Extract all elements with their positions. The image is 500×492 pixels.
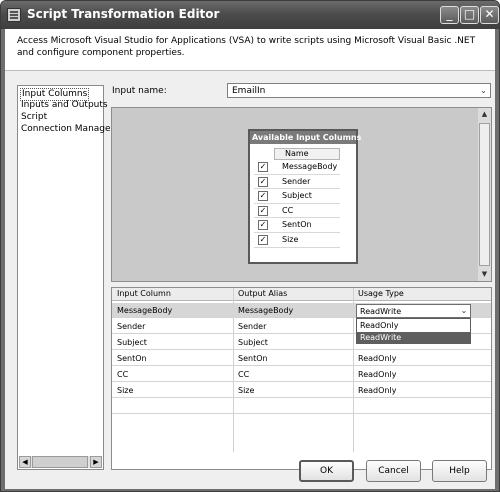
available-column-row[interactable]: ✓ MessageBody — [254, 160, 340, 175]
minimize-button[interactable]: _ — [440, 6, 459, 24]
table-row[interactable]: CC CC ReadOnly — [112, 367, 491, 382]
available-columns-header: Name — [254, 148, 340, 160]
available-column-row[interactable]: ✓ Size — [254, 233, 340, 248]
available-column-row[interactable]: ✓ CC — [254, 204, 340, 219]
dialog-description: Access Microsoft Visual Studio for Appli… — [5, 29, 495, 71]
scroll-left-icon[interactable]: ◀ — [19, 456, 31, 468]
usage-type-header: Usage Type — [358, 289, 404, 298]
input-column-cell: Sender — [117, 322, 146, 331]
column-name: Sender — [282, 176, 311, 186]
column-name: SentOn — [282, 220, 312, 230]
input-column-cell: Subject — [117, 338, 147, 347]
column-name: Subject — [282, 191, 312, 201]
scroll-up-icon[interactable]: ▲ — [478, 108, 491, 121]
page-navigation-list: Input Columns Inputs and Outputs Script … — [17, 85, 119, 470]
chevron-down-icon[interactable]: ⌄ — [477, 84, 490, 97]
dialog-client: Access Microsoft Visual Studio for Appli… — [5, 29, 495, 489]
scrollbar-thumb[interactable] — [32, 456, 88, 468]
output-alias-cell[interactable]: MessageBody — [238, 306, 293, 315]
nav-item-inputs-and-outputs[interactable]: Inputs and Outputs — [21, 100, 108, 111]
input-column-cell: SentOn — [117, 354, 147, 363]
header-corner — [254, 148, 274, 160]
column-name: CC — [282, 205, 294, 215]
output-alias-cell[interactable]: SentOn — [238, 354, 268, 363]
window-title: Script Transformation Editor — [27, 7, 220, 21]
checkbox[interactable]: ✓ — [258, 205, 268, 216]
grid-header: Input Column Output Alias Usage Type — [112, 288, 491, 301]
input-name-label: Input name: — [112, 86, 167, 96]
checkbox[interactable]: ✓ — [258, 191, 268, 202]
app-icon — [7, 8, 21, 22]
checkbox[interactable]: ✓ — [258, 220, 268, 231]
usage-type-value: ReadWrite — [360, 307, 402, 316]
nav-horizontal-scrollbar[interactable]: ◀ ▶ — [19, 456, 102, 468]
output-alias-header: Output Alias — [238, 289, 288, 298]
usage-type-cell[interactable]: ReadOnly — [358, 370, 396, 379]
chevron-down-icon[interactable]: ⌄ — [458, 305, 470, 317]
input-column-header: Input Column — [117, 289, 171, 298]
nav-item-script[interactable]: Script — [21, 112, 47, 123]
input-column-cell: Size — [117, 386, 134, 395]
option-readwrite[interactable]: ReadWrite — [357, 332, 470, 344]
usage-type-cell[interactable]: ReadOnly — [358, 354, 396, 363]
maximize-button[interactable]: □ — [460, 6, 479, 24]
usage-type-options-list: ReadOnly ReadWrite — [356, 318, 471, 344]
title-bar[interactable]: Script Transformation Editor _ □ ✕ — [1, 1, 499, 29]
scroll-right-icon[interactable]: ▶ — [90, 456, 102, 468]
available-column-row[interactable]: ✓ SentOn — [254, 218, 340, 233]
script-transformation-editor-window: Script Transformation Editor _ □ ✕ Acces… — [0, 0, 500, 492]
pane-vertical-scrollbar[interactable]: ▲ ▼ — [478, 108, 491, 281]
available-input-columns-title: Available Input Columns — [250, 131, 362, 144]
table-row[interactable]: SentOn SentOn ReadOnly — [112, 351, 491, 366]
column-name: Size — [282, 234, 299, 244]
usage-type-dropdown[interactable]: ReadWrite ⌄ — [356, 304, 471, 318]
available-column-row[interactable]: ✓ Sender — [254, 175, 340, 190]
input-column-cell: CC — [117, 370, 129, 379]
ok-button[interactable]: OK — [299, 460, 354, 482]
available-columns-pane: Available Input Columns Name ✓ MessageBo… — [111, 107, 492, 282]
available-columns-grid: Name ✓ MessageBody ✓ Sender ✓ Subject ✓ … — [254, 148, 340, 248]
checkbox[interactable]: ✓ — [258, 234, 268, 245]
cancel-button[interactable]: Cancel — [366, 460, 421, 482]
table-row-empty[interactable] — [112, 415, 491, 430]
table-row[interactable]: Size Size ReadOnly — [112, 383, 491, 398]
available-column-row[interactable]: ✓ Subject — [254, 189, 340, 204]
checkbox[interactable]: ✓ — [258, 176, 268, 187]
help-button[interactable]: Help — [432, 460, 487, 482]
input-name-dropdown[interactable]: EmailIn ⌄ — [227, 83, 491, 98]
output-alias-cell[interactable]: Subject — [238, 338, 268, 347]
output-alias-cell[interactable]: Sender — [238, 322, 266, 331]
scrollbar-thumb[interactable] — [479, 123, 490, 266]
available-input-columns-box: Available Input Columns Name ✓ MessageBo… — [248, 129, 362, 264]
close-button[interactable]: ✕ — [480, 6, 499, 24]
column-mapping-grid: Input Column Output Alias Usage Type Mes… — [111, 287, 492, 470]
scroll-down-icon[interactable]: ▼ — [478, 268, 491, 281]
input-column-cell: MessageBody — [117, 306, 173, 315]
checkbox[interactable]: ✓ — [258, 162, 268, 172]
table-row-empty[interactable] — [112, 399, 491, 414]
output-alias-cell[interactable]: Size — [238, 386, 254, 395]
column-name: MessageBody — [282, 162, 338, 171]
nav-item-connection-managers[interactable]: Connection Managers — [21, 124, 119, 135]
input-name-value: EmailIn — [232, 86, 266, 96]
option-readonly[interactable]: ReadOnly — [357, 320, 470, 332]
usage-type-cell[interactable]: ReadOnly — [358, 386, 396, 395]
output-alias-cell[interactable]: CC — [238, 370, 249, 379]
name-column-header: Name — [274, 148, 340, 160]
